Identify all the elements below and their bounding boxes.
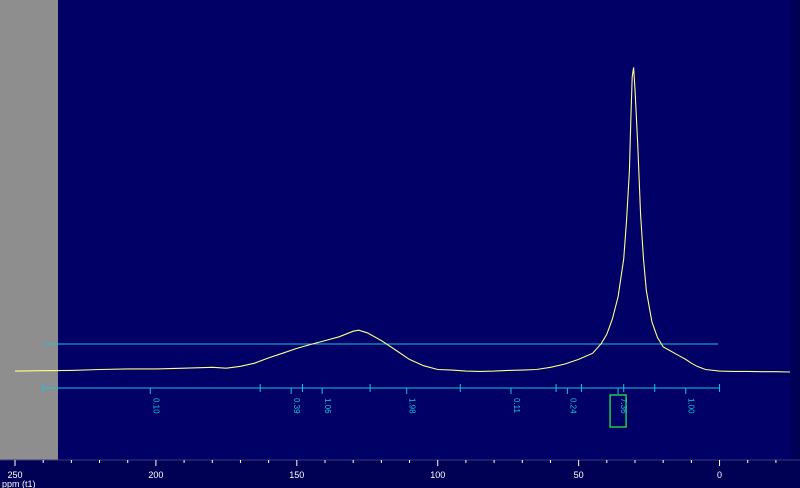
integral-value-label: 1.06 <box>323 398 332 414</box>
integral-value-label: 0.10 <box>151 398 160 414</box>
integral-value-label: 0.11 <box>512 398 521 414</box>
integral-value-label: 0.24 <box>568 398 577 414</box>
x-tick-label: 0 <box>717 470 722 480</box>
integral-value-label: 1.00 <box>687 398 696 414</box>
x-tick-label: 150 <box>289 470 304 480</box>
integral-value-label: 7.36 <box>619 398 628 414</box>
integral-value-label: 1.98 <box>408 398 417 414</box>
integral-value-label: 0.39 <box>292 398 301 414</box>
x-tick-label: 200 <box>148 470 163 480</box>
spectrum-chart: 0.10 0.39 1.06 1.98 0.11 0.24 7.36 1.00250 200 15… <box>0 67 800 488</box>
x-tick-label: 50 <box>574 470 584 480</box>
x-tick-label: 100 <box>430 470 445 480</box>
spectrum-viewer: 0.10 0.39 1.06 1.98 0.11 0.24 7.36 1.00 250 200 15… <box>0 0 800 488</box>
spectrum-line <box>14 67 791 373</box>
x-axis-label: ppm (t1) <box>2 479 36 488</box>
